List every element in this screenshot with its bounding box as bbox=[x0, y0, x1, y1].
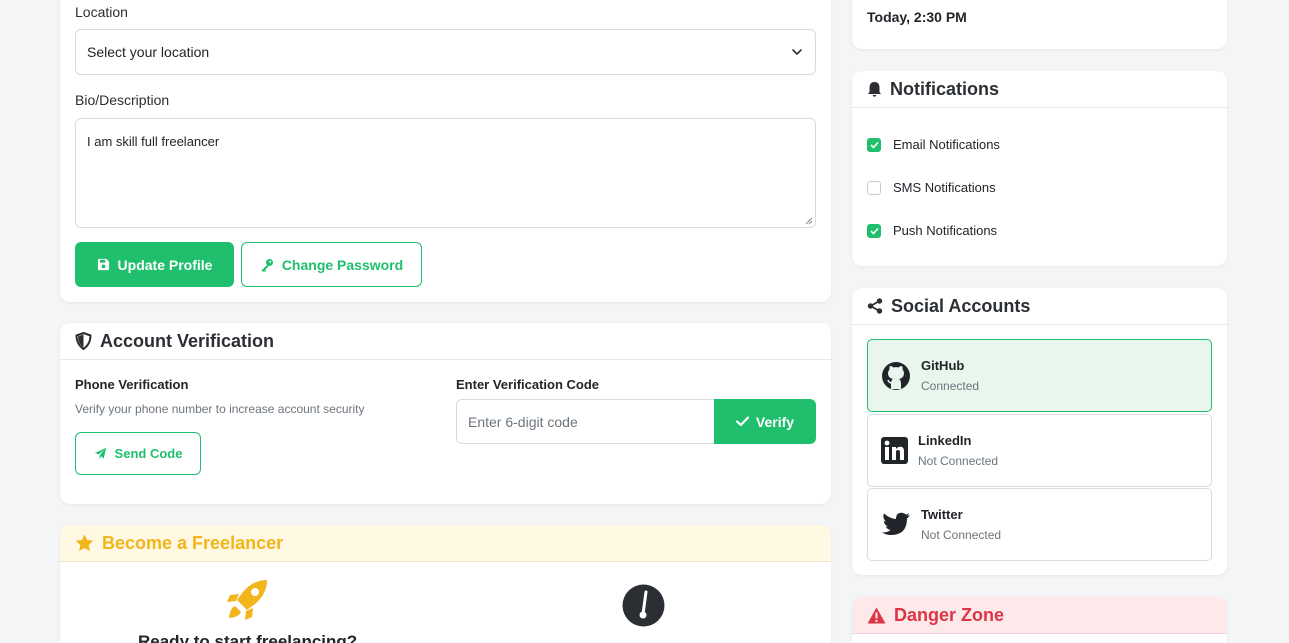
resize-grip-icon[interactable] bbox=[804, 216, 813, 225]
email-notifications-label: Email Notifications bbox=[893, 137, 1000, 152]
bio-text: I am skill full freelancer bbox=[87, 134, 220, 149]
social-accounts-card: Social Accounts GitHub Connected LinkedI… bbox=[852, 288, 1227, 575]
last-activity-time: Today, 2:30 PM bbox=[867, 9, 967, 25]
chevron-down-icon bbox=[792, 49, 802, 55]
paper-plane-icon bbox=[94, 447, 106, 460]
change-password-label: Change Password bbox=[281, 256, 404, 273]
change-password-button[interactable]: Change Password bbox=[241, 242, 422, 287]
twitter-icon bbox=[882, 512, 910, 535]
push-notifications-label: Push Notifications bbox=[893, 223, 998, 238]
become-freelancer-title: Become a Freelancer bbox=[102, 532, 284, 553]
rocket-icon bbox=[227, 580, 267, 620]
check-icon bbox=[869, 141, 879, 149]
freelancing-prompt: Ready to start freelancing? bbox=[138, 632, 358, 643]
social-accounts-title: Social Accounts bbox=[891, 295, 1031, 316]
github-icon bbox=[882, 361, 910, 390]
profile-card: Location Select your location Bio/Descri… bbox=[60, 0, 831, 302]
danger-zone-card: Danger Zone bbox=[852, 597, 1227, 643]
push-notifications-checkbox[interactable] bbox=[867, 223, 881, 238]
github-status: Connected bbox=[921, 379, 980, 393]
sms-notifications-label: SMS Notifications bbox=[893, 180, 996, 195]
account-verification-card: Account Verification Phone Verification … bbox=[60, 323, 831, 504]
become-freelancer-card: Become a Freelancer Ready to start freel… bbox=[60, 525, 831, 643]
account-verification-header: Account Verification bbox=[60, 323, 831, 360]
sms-notifications-checkbox[interactable] bbox=[867, 180, 881, 195]
bio-textarea[interactable]: I am skill full freelancer bbox=[75, 118, 816, 228]
share-icon bbox=[867, 298, 883, 314]
verification-code-label: Enter Verification Code bbox=[456, 377, 600, 392]
verification-code-placeholder: Enter 6-digit code bbox=[468, 413, 578, 430]
phone-verification-title: Phone Verification bbox=[75, 377, 189, 392]
check-icon bbox=[735, 416, 749, 427]
push-notifications-option[interactable]: Push Notifications bbox=[867, 223, 997, 238]
send-code-button[interactable]: Send Code bbox=[75, 432, 201, 475]
phone-verification-description: Verify your phone number to increase acc… bbox=[75, 402, 365, 416]
bio-label: Bio/Description bbox=[75, 92, 170, 108]
twitter-status: Not Connected bbox=[921, 528, 1002, 542]
social-accounts-header: Social Accounts bbox=[852, 288, 1227, 325]
warning-icon bbox=[867, 607, 886, 623]
social-item-linkedin[interactable]: LinkedIn Not Connected bbox=[867, 414, 1212, 487]
notifications-header: Notifications bbox=[852, 71, 1227, 108]
github-name: GitHub bbox=[921, 358, 965, 373]
become-freelancer-header: Become a Freelancer bbox=[60, 525, 831, 562]
account-verification-title: Account Verification bbox=[100, 330, 275, 351]
gauge-icon bbox=[622, 584, 665, 627]
danger-zone-title: Danger Zone bbox=[894, 604, 1005, 625]
bell-icon bbox=[868, 81, 881, 97]
verification-code-input[interactable]: Enter 6-digit code bbox=[456, 399, 716, 444]
linkedin-name: LinkedIn bbox=[918, 433, 972, 448]
verify-label: Verify bbox=[755, 413, 795, 430]
email-notifications-option[interactable]: Email Notifications bbox=[867, 137, 1000, 152]
shield-icon bbox=[75, 332, 92, 350]
sms-notifications-option[interactable]: SMS Notifications bbox=[867, 180, 996, 195]
notifications-card: Notifications Email Notifications SMS No… bbox=[852, 71, 1227, 266]
send-code-label: Send Code bbox=[114, 446, 183, 461]
email-notifications-checkbox[interactable] bbox=[867, 137, 881, 152]
star-icon bbox=[75, 534, 94, 552]
update-profile-button[interactable]: Update Profile bbox=[75, 242, 234, 287]
location-label: Location bbox=[75, 4, 128, 20]
location-select[interactable]: Select your location bbox=[75, 29, 816, 75]
verify-button[interactable]: Verify bbox=[714, 399, 816, 444]
activity-card: Today, 2:30 PM bbox=[852, 0, 1227, 49]
linkedin-status: Not Connected bbox=[918, 454, 999, 468]
danger-zone-header: Danger Zone bbox=[852, 597, 1227, 634]
social-item-github[interactable]: GitHub Connected bbox=[867, 339, 1212, 412]
linkedin-icon bbox=[881, 437, 908, 464]
notifications-title: Notifications bbox=[890, 78, 1000, 99]
check-icon bbox=[869, 227, 879, 235]
twitter-name: Twitter bbox=[921, 507, 963, 522]
location-select-value: Select your location bbox=[87, 44, 210, 60]
save-icon bbox=[97, 258, 109, 271]
social-item-twitter[interactable]: Twitter Not Connected bbox=[867, 488, 1212, 561]
key-icon bbox=[261, 258, 273, 272]
update-profile-label: Update Profile bbox=[117, 256, 213, 273]
